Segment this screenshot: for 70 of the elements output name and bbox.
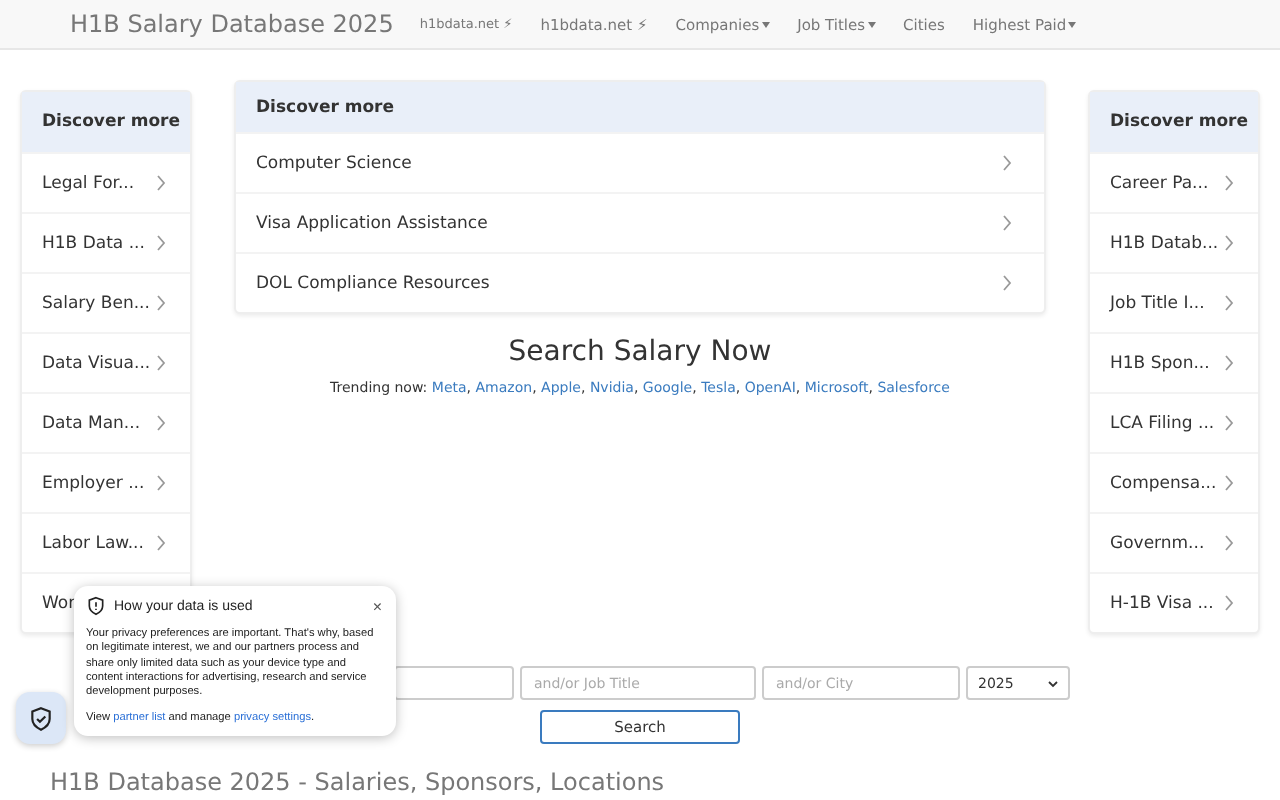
- chevron-right-icon: [1224, 534, 1234, 552]
- site-brand[interactable]: H1B Salary Database 2025: [70, 10, 394, 38]
- sidebar-item[interactable]: H-1B Visa ...: [1090, 572, 1258, 632]
- sidebar-item[interactable]: H1B Spon...: [1090, 332, 1258, 392]
- chevron-right-icon: [156, 414, 166, 432]
- panel-item-label: Visa Application Assistance: [256, 213, 488, 233]
- chevron-right-icon: [156, 474, 166, 492]
- search-field[interactable]: [394, 666, 514, 700]
- sidebar-item-label: Salary Ben...: [42, 293, 150, 313]
- chevron-down-icon: [1048, 679, 1058, 687]
- panel-item[interactable]: Visa Application Assistance: [236, 192, 1044, 252]
- chevron-right-icon: [156, 294, 166, 312]
- chevron-right-icon: [1224, 354, 1234, 372]
- caret-icon: [1068, 21, 1077, 27]
- sidebar-item-label: H1B Data ...: [42, 233, 145, 253]
- sidebar-item-label: Labor Law...: [42, 533, 144, 553]
- sidebar-item[interactable]: Career Pa...: [1090, 152, 1258, 212]
- sidebar-item-label: Governm...: [1110, 533, 1205, 553]
- chevron-right-icon: [1224, 414, 1234, 432]
- chevron-right-icon: [156, 354, 166, 372]
- chevron-right-icon: [1224, 294, 1234, 312]
- chevron-right-icon: [1002, 154, 1012, 172]
- sidebar-item-label: Job Title I...: [1110, 293, 1205, 313]
- chevron-right-icon: [156, 534, 166, 552]
- sidebar-item[interactable]: Compensa...: [1090, 452, 1258, 512]
- panel-item[interactable]: DOL Compliance Resources: [236, 252, 1044, 312]
- sidebar-item-label: Legal For...: [42, 173, 135, 193]
- chevron-right-icon: [1002, 214, 1012, 232]
- sidebar-item-label: Wor: [42, 593, 76, 613]
- sidebar-item-label: Data Man...: [42, 413, 141, 433]
- chevron-right-icon: [1224, 174, 1234, 192]
- shield-icon: [28, 705, 54, 731]
- sidebar-item-label: H1B Datab...: [1110, 233, 1219, 253]
- chevron-right-icon: [1224, 234, 1234, 252]
- caret-icon: [867, 21, 876, 27]
- section-heading: H1B Database 2025 - Salaries, Sponsors, Locations: [48, 768, 667, 796]
- sidebar-title: Discover more: [22, 92, 190, 152]
- sidebar-item-label: Compensa...: [1110, 473, 1217, 493]
- close-button[interactable]: ×: [372, 597, 382, 615]
- panel-title: Discover more: [236, 82, 1044, 132]
- panel-item-label: DOL Compliance Resources: [256, 273, 490, 293]
- sidebar-item[interactable]: Data Visua...: [22, 332, 190, 392]
- sidebar-item-label: H-1B Visa ...: [1110, 593, 1214, 613]
- search-title: Search Salary Now: [508, 336, 772, 368]
- chevron-right-icon: [1002, 274, 1012, 292]
- sidebar-item[interactable]: Salary Ben...: [22, 272, 190, 332]
- sidebar-item-label: Employer ...: [42, 473, 145, 493]
- sidebar-item[interactable]: Employer ...: [22, 452, 190, 512]
- chevron-right-icon: [1224, 474, 1234, 492]
- sidebar-title: Discover more: [1090, 92, 1258, 152]
- shield-icon: [86, 596, 106, 616]
- sidebar-item[interactable]: Job Title I...: [1090, 272, 1258, 332]
- sidebar-item[interactable]: Governm...: [1090, 512, 1258, 572]
- caret-icon: [761, 21, 770, 27]
- chevron-right-icon: [1224, 594, 1234, 612]
- chevron-right-icon: [156, 174, 166, 192]
- sidebar-item[interactable]: Legal For...: [22, 152, 190, 212]
- sidebar-item[interactable]: H1B Data ...: [22, 212, 190, 272]
- sidebar-item[interactable]: Labor Law...: [22, 512, 190, 572]
- sidebar-item[interactable]: LCA Filing ...: [1090, 392, 1258, 452]
- sidebar-item-label: LCA Filing ...: [1110, 413, 1215, 433]
- privacy-button[interactable]: [16, 692, 66, 744]
- sidebar-item-label: Career Pa...: [1110, 173, 1209, 193]
- panel-item[interactable]: Computer Science: [236, 132, 1044, 192]
- sidebar-item-label: H1B Spon...: [1110, 353, 1210, 373]
- sidebar-item-label: Data Visua...: [42, 353, 151, 373]
- sidebar-item[interactable]: Data Man...: [22, 392, 190, 452]
- chevron-right-icon: [156, 234, 166, 252]
- sidebar-item[interactable]: H1B Datab...: [1090, 212, 1258, 272]
- panel-item-label: Computer Science: [256, 153, 412, 173]
